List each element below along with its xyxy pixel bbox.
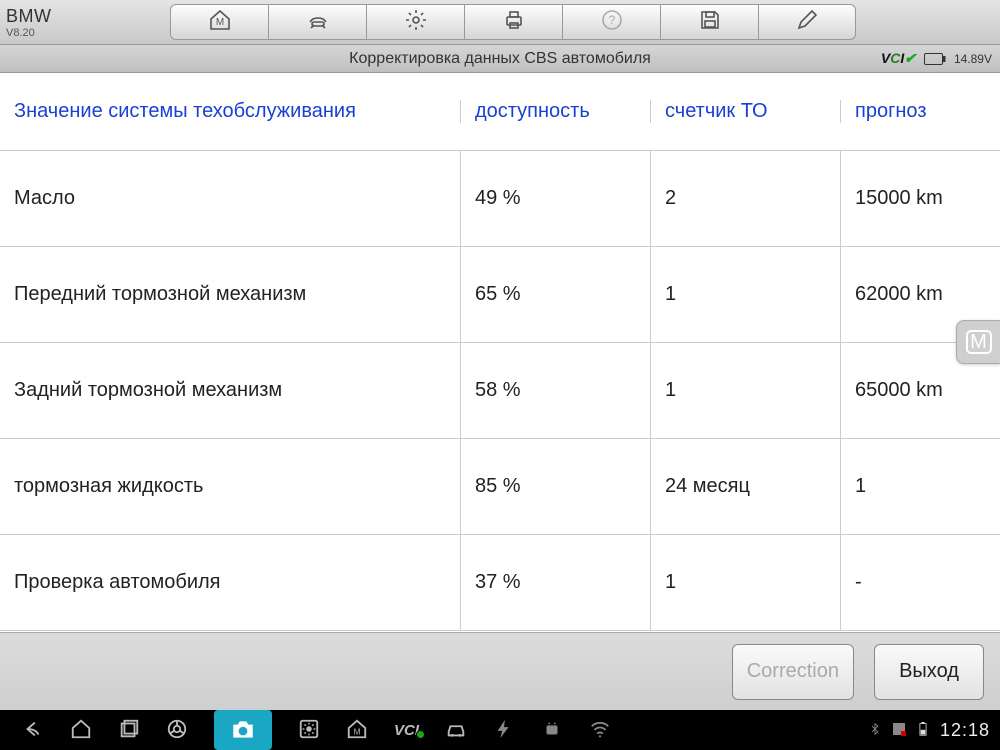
battery-voltage: 14.89V [954,52,992,66]
m-icon: M [966,330,992,354]
exit-button[interactable]: Выход [874,644,984,700]
brand-block: BMW V8.20 [0,6,170,39]
correction-button[interactable]: Correction [732,644,854,700]
vci-status: VCI✔ [881,50,916,67]
chrome-icon[interactable] [166,718,188,743]
printer-icon [502,8,526,37]
col-availability: доступность [460,100,650,123]
page-title: Корректировка данных CBS автомобиля [349,50,651,68]
vehicle-button[interactable] [268,4,366,40]
cell-availability: 65 % [460,247,650,342]
floppy-icon [698,8,722,37]
camera-button[interactable] [214,710,272,750]
svg-text:?: ? [608,13,615,27]
toolbar-buttons: M ? [170,4,856,40]
cell-forecast: 1 [840,439,1000,534]
brightness-icon[interactable] [298,718,320,743]
pencil-icon [795,8,819,37]
clock: 12:18 [940,720,990,741]
sub-header: Корректировка данных CBS автомобиля VCI✔… [0,45,1000,73]
table-row[interactable]: Задний тормозной механизм 58 % 1 65000 k… [0,343,1000,439]
col-service-value: Значение системы техобслуживания [0,100,460,123]
svg-text:M: M [215,17,223,28]
brand-name: BMW [6,6,170,27]
settings-button[interactable] [366,4,464,40]
cell-service: Масло [0,151,460,246]
floating-m-badge[interactable]: M [956,320,1000,364]
nav-right: 12:18 [868,720,1000,741]
cell-service: Проверка автомобиля [0,535,460,630]
table-row[interactable]: Масло 49 % 2 15000 km [0,151,1000,247]
cell-forecast: - [840,535,1000,630]
edit-button[interactable] [758,4,856,40]
battery-nav-icon [916,722,930,739]
android-navbar: M VCI 12:18 [0,710,1000,750]
cell-service: Передний тормозной механизм [0,247,460,342]
recents-icon[interactable] [118,718,140,743]
help-button[interactable]: ? [562,4,660,40]
cell-forecast: 15000 km [840,151,1000,246]
cell-availability: 49 % [460,151,650,246]
home-icon[interactable] [70,718,92,743]
car-nav-icon[interactable] [445,718,467,743]
battery-icon [924,53,946,65]
nav-left: M VCI [0,710,611,750]
no-sim-icon [892,722,906,739]
cell-service: тормозная жидкость [0,439,460,534]
back-icon[interactable] [22,718,44,743]
question-icon: ? [600,8,624,37]
button-bar: Correction Выход [0,632,1000,710]
cell-availability: 37 % [460,535,650,630]
col-counter: счетчик ТО [650,100,840,123]
gear-icon [404,8,428,37]
table-row[interactable]: Передний тормозной механизм 65 % 1 62000… [0,247,1000,343]
col-forecast: прогноз [840,100,1000,123]
cell-counter: 1 [650,343,840,438]
cell-availability: 85 % [460,439,650,534]
svg-text:M: M [354,727,361,736]
cell-counter: 1 [650,535,840,630]
home-m-icon: M [208,8,232,37]
table-row[interactable]: тормозная жидкость 85 % 24 месяц 1 [0,439,1000,535]
brand-version: V8.20 [6,27,170,39]
table-header: Значение системы техобслуживания доступн… [0,73,1000,151]
status-right: VCI✔ 14.89V [881,50,992,67]
top-toolbar: BMW V8.20 M ? [0,0,1000,45]
cell-counter: 1 [650,247,840,342]
cell-availability: 58 % [460,343,650,438]
table-row[interactable]: Проверка автомобиля 37 % 1 - [0,535,1000,631]
wifi-icon[interactable] [589,718,611,743]
cell-service: Задний тормозной механизм [0,343,460,438]
cbs-table: Значение системы техобслуживания доступн… [0,73,1000,632]
cell-counter: 2 [650,151,840,246]
android-icon[interactable] [541,718,563,743]
print-button[interactable] [464,4,562,40]
cell-counter: 24 месяц [650,439,840,534]
bluetooth-icon [868,722,882,739]
home-m-nav-icon[interactable]: M [346,718,368,743]
home-button[interactable]: M [170,4,268,40]
save-button[interactable] [660,4,758,40]
car-lift-icon [306,8,330,37]
vcl-nav-icon[interactable]: VCI [394,722,419,739]
bolt-icon[interactable] [493,718,515,743]
